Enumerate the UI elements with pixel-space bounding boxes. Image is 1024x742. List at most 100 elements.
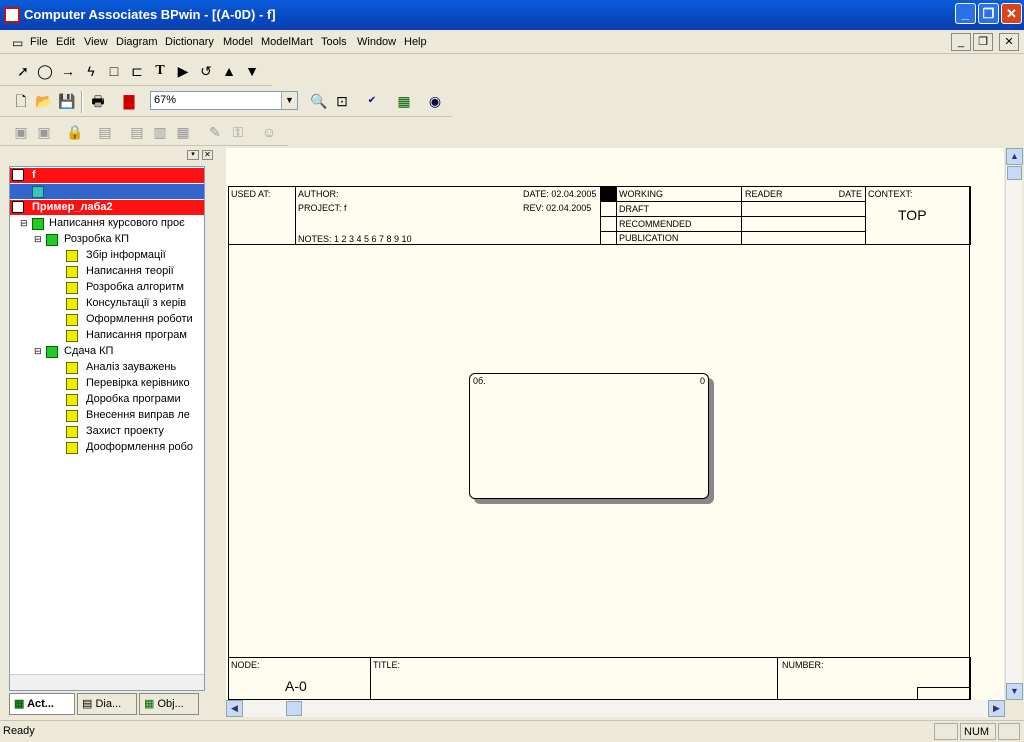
collapse-icon[interactable]: ⊟ xyxy=(34,232,42,247)
activity-leaf-icon xyxy=(66,378,78,390)
collapse-icon[interactable]: ⊟ xyxy=(34,344,42,359)
zoom-value: 67% xyxy=(154,94,177,106)
activity-box[interactable]: 0б. 0 xyxy=(469,373,709,499)
play-right-icon[interactable]: ▶ xyxy=(172,60,194,82)
activity-leaf-icon xyxy=(66,298,78,310)
horizontal-scrollbar[interactable]: ◀ ▶ xyxy=(226,700,1005,717)
activity-leaf-icon xyxy=(66,250,78,262)
menu-window[interactable]: Window xyxy=(357,36,396,48)
node-cell: NODE: A-0 xyxy=(228,657,371,700)
activity-leaf-icon xyxy=(66,314,78,326)
drawing-toolbar: ➚ ◯ → ϟ □ ⊏ T ▶ ↺ ▲ ▼ xyxy=(0,56,272,86)
menu-modelmart[interactable]: ModelMart xyxy=(261,36,313,48)
storage-tool-icon[interactable]: ⊏ xyxy=(126,60,148,82)
activity-icon xyxy=(46,346,58,358)
modelmart-toolbar: ▣ ▣ 🔒 ▤ ▤ ▥ ▦ ✎ ⚿ ☺ xyxy=(0,118,288,146)
new-file-icon[interactable]: 🗋 xyxy=(10,90,32,112)
explorer-tabs: ▦ Act... ▤ Dia... ▦ Obj... xyxy=(9,693,209,715)
tree-selected-diagram[interactable] xyxy=(10,184,204,199)
tab-diagrams[interactable]: ▤ Dia... xyxy=(77,693,137,715)
mm-security-icon: ✎ xyxy=(209,124,221,140)
color-palette-icon[interactable]: ▇ xyxy=(118,90,140,112)
arrow-up-icon[interactable]: ▲ xyxy=(218,60,240,82)
mm-key-icon: ⚿ xyxy=(232,124,244,140)
tree-model-example[interactable]: Пример_лаба2 xyxy=(10,200,204,215)
box-tool-icon[interactable]: □ xyxy=(103,60,125,82)
spell-check-icon[interactable]: ✔ xyxy=(361,90,383,112)
activity-icon xyxy=(46,234,58,246)
menu-diagram[interactable]: Diagram xyxy=(116,36,158,48)
model-tree[interactable]: f Пример_лаба2 ⊟ Написання курсового про… xyxy=(9,166,205,691)
menu-edit[interactable]: Edit xyxy=(56,36,75,48)
globe-icon[interactable]: ◉ xyxy=(424,90,446,112)
minimize-button[interactable]: _ xyxy=(955,3,976,24)
zoom-select[interactable]: 67% ▼ xyxy=(150,91,298,110)
model-icon xyxy=(12,169,24,181)
activity-leaf-icon xyxy=(66,426,78,438)
window-title: Computer Associates BPwin - [(A-0D) - f] xyxy=(24,7,276,22)
mm-grid-icon: ▦ xyxy=(176,124,190,140)
tab-activities[interactable]: ▦ Act... xyxy=(9,693,75,715)
menu-view[interactable]: View xyxy=(84,36,108,48)
vertical-scroll-thumb[interactable] xyxy=(1007,166,1022,180)
squiggle-tool-icon[interactable]: ϟ xyxy=(80,60,102,82)
status-bar: Ready NUM xyxy=(0,720,1024,742)
restore-button[interactable]: ❐ xyxy=(978,3,999,24)
menu-dictionary[interactable]: Dictionary xyxy=(165,36,214,48)
scroll-right-icon[interactable]: ▶ xyxy=(988,700,1005,717)
arrow-tool-icon[interactable]: → xyxy=(57,60,79,82)
close-button[interactable]: ✕ xyxy=(1001,3,1022,24)
working-marker xyxy=(600,186,617,202)
collapse-icon[interactable]: ⊟ xyxy=(20,216,28,231)
open-folder-icon[interactable]: 📂 xyxy=(33,90,55,112)
panel-collapse-icon[interactable]: ▾ xyxy=(187,150,199,160)
menu-model[interactable]: Model xyxy=(223,36,253,48)
tree-model-f[interactable]: f xyxy=(10,168,204,183)
activity-leaf-icon xyxy=(66,410,78,422)
menu-tools[interactable]: Tools xyxy=(321,36,347,48)
pointer-tool-icon[interactable]: ➚ xyxy=(12,60,34,82)
mm-users-icon: ☺ xyxy=(261,124,277,140)
diagram-canvas[interactable]: USED AT: AUTHOR: PROJECT: f DATE: 02.04.… xyxy=(226,148,1004,700)
activity-icon xyxy=(32,218,44,230)
scroll-down-icon[interactable]: ▼ xyxy=(1006,683,1023,700)
menu-help[interactable]: Help xyxy=(404,36,427,48)
bpwin-app-icon[interactable] xyxy=(4,7,20,23)
scroll-up-icon[interactable]: ▲ xyxy=(1006,148,1023,165)
activity-leaf-icon xyxy=(66,266,78,278)
title-cell: TITLE: xyxy=(370,657,778,700)
model-icon xyxy=(12,201,24,213)
horizontal-scroll-thumb[interactable] xyxy=(286,701,302,716)
dropdown-arrow-icon[interactable]: ▼ xyxy=(281,92,297,109)
mm-save-icon: ▤ xyxy=(130,124,144,140)
mm-connect-icon: ▣ xyxy=(14,124,28,140)
mdi-restore-button[interactable]: ❐ xyxy=(973,33,993,51)
model-explorer-icon[interactable]: ▦ xyxy=(393,90,415,112)
zoom-fit-icon[interactable]: ⊡ xyxy=(331,90,353,112)
undo-rotate-icon[interactable]: ↺ xyxy=(195,60,217,82)
used-at-cell: USED AT: xyxy=(228,186,296,245)
vertical-scrollbar[interactable]: ▲ ▼ xyxy=(1005,148,1023,700)
panel-close-icon[interactable]: ✕ xyxy=(202,150,213,160)
tab-objects[interactable]: ▦ Obj... xyxy=(139,693,199,715)
mm-disconnect-icon: ▣ xyxy=(37,124,51,140)
activity-leaf-icon xyxy=(66,362,78,374)
tree-horizontal-scrollbar[interactable] xyxy=(10,674,204,690)
mdi-close-button[interactable]: ✕ xyxy=(999,33,1019,51)
activity-leaf-icon xyxy=(66,330,78,342)
mdi-minimize-button[interactable]: _ xyxy=(951,33,971,51)
diagram-icon xyxy=(32,186,44,198)
idef0-frame: USED AT: AUTHOR: PROJECT: f DATE: 02.04.… xyxy=(228,186,971,700)
save-icon[interactable]: 💾 xyxy=(56,90,78,112)
print-icon[interactable]: 🖶 xyxy=(87,90,109,112)
activity-leaf-icon xyxy=(66,282,78,294)
menu-bar: ▭ File Edit View Diagram Dictionary Mode… xyxy=(0,30,1024,54)
scroll-left-icon[interactable]: ◀ xyxy=(226,700,243,717)
text-tool-icon[interactable]: T xyxy=(149,60,171,82)
ellipse-tool-icon[interactable]: ◯ xyxy=(34,60,56,82)
context-cell: CONTEXT: TOP xyxy=(865,186,971,245)
menu-file[interactable]: File xyxy=(30,36,48,48)
arrow-down-icon[interactable]: ▼ xyxy=(241,60,263,82)
zoom-in-icon[interactable]: 🔍 xyxy=(308,90,330,112)
document-menu-icon[interactable]: ▭ xyxy=(12,36,23,50)
